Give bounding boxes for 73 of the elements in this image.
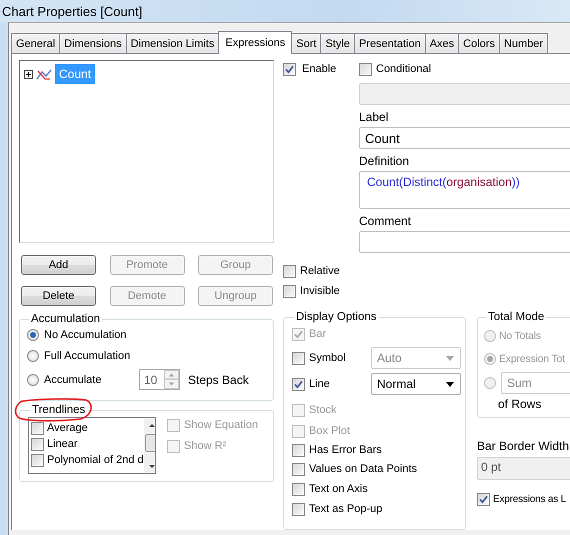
checkbox-label: Polynomial of 2nd d	[47, 454, 144, 466]
tab[interactable]: Number	[498, 33, 548, 53]
checkbox[interactable]	[283, 62, 296, 76]
checkbox[interactable]	[292, 502, 305, 516]
scroll-bar[interactable]	[144, 418, 155, 473]
radio-label: Accumulate	[44, 374, 102, 386]
checkbox-label: Stock	[309, 404, 337, 416]
dropdown-arrow-icon	[446, 382, 454, 386]
checkbox-label: Invisible	[300, 285, 340, 297]
group-title: Trendlines	[31, 404, 86, 416]
tab[interactable]: Axes	[424, 33, 460, 53]
expand-icon[interactable]	[24, 70, 33, 78]
checkbox-label: Box Plot	[309, 425, 350, 437]
tab[interactable]: Expressions	[218, 31, 292, 54]
radio-button[interactable]	[27, 350, 39, 362]
steps-label: Steps Back	[188, 372, 249, 386]
checkbox[interactable]	[292, 444, 305, 456]
checkbox-label: Expressions as L	[493, 494, 566, 504]
checkbox[interactable]	[283, 264, 296, 278]
rows-label: of Rows	[497, 397, 542, 411]
radio-button[interactable]	[27, 374, 39, 386]
tab[interactable]: Presentation	[354, 33, 426, 53]
label-field[interactable]: Count	[359, 127, 570, 149]
checkbox-label: Has Error Bars	[309, 444, 382, 456]
tab[interactable]: Style	[320, 33, 355, 53]
window-title: Chart Properties [Count]	[2, 4, 142, 18]
tab[interactable]: Dimensions	[59, 33, 127, 53]
definition-field[interactable]: Count(Distinct(organisation))	[359, 171, 570, 209]
checkbox-label: Symbol	[309, 352, 346, 364]
checkbox-label: Average	[47, 422, 88, 434]
checkbox-label: Values on Data Points	[309, 463, 418, 475]
dropdown[interactable]: Normal	[371, 373, 461, 395]
checkbox-label: Show Equation	[184, 419, 258, 431]
checkbox[interactable]	[31, 454, 44, 466]
action-button[interactable]: Delete	[21, 286, 96, 306]
checkbox[interactable]	[477, 492, 490, 506]
checkbox[interactable]	[359, 62, 372, 76]
comment-field[interactable]	[359, 231, 570, 253]
field-label: Bar Border Width	[477, 439, 570, 453]
radio-label: Full Accumulation	[44, 350, 130, 362]
checkbox[interactable]	[292, 462, 305, 476]
field-label: Label	[359, 110, 390, 124]
checkbox[interactable]	[292, 352, 305, 364]
tab[interactable]: Sort	[291, 33, 322, 53]
checkbox[interactable]	[31, 422, 44, 434]
field-label: Comment	[359, 214, 412, 228]
checkbox-label: Relative	[300, 265, 340, 277]
group-title: Display Options	[295, 311, 378, 323]
tab[interactable]: Colors	[458, 33, 500, 53]
group-title: Total Mode	[487, 311, 546, 323]
field-label: Definition	[359, 154, 410, 168]
checkbox[interactable]	[292, 378, 305, 390]
checkbox[interactable]	[292, 482, 305, 496]
checkbox-label: Show R²	[184, 440, 226, 452]
radio-button[interactable]	[27, 329, 39, 341]
action-button[interactable]: Add	[21, 255, 96, 275]
tab[interactable]: General	[11, 33, 60, 53]
radio-label: No Totals	[499, 330, 541, 342]
group-title: Accumulation	[30, 313, 102, 325]
checkbox-label: Enable	[302, 63, 336, 75]
checkbox[interactable]	[283, 284, 296, 298]
checkbox-label: Linear	[47, 438, 78, 450]
radio-label: Expression Tot	[499, 353, 565, 365]
checkbox[interactable]	[31, 438, 44, 450]
checkbox-label: Text on Axis	[309, 483, 368, 495]
checkbox-label: Text as Pop-up	[309, 503, 382, 515]
dropdown-arrow-icon	[446, 356, 454, 360]
tab[interactable]: Dimension Limits	[126, 33, 220, 53]
chart-icon	[36, 68, 52, 80]
checkbox-label: Line	[309, 378, 330, 390]
radio-label: No Accumulation	[44, 329, 127, 341]
checkbox-label: Conditional	[376, 63, 432, 75]
checkbox-label: Bar	[309, 328, 326, 340]
